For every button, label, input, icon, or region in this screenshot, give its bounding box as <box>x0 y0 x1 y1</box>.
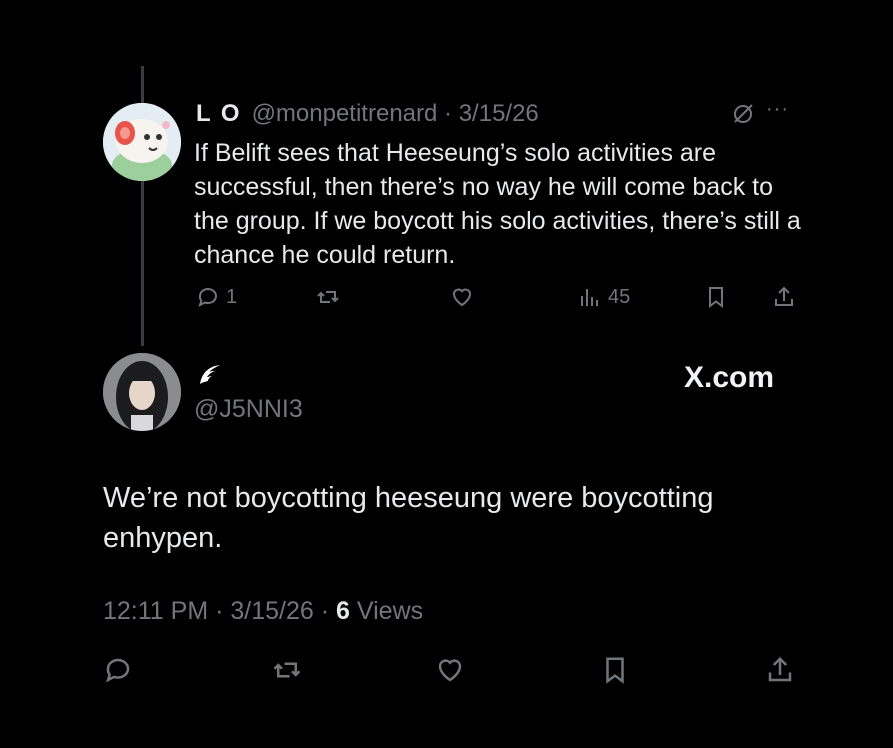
avatar[interactable] <box>103 103 181 181</box>
reply-icon <box>198 288 217 307</box>
bookmark-button[interactable] <box>600 655 630 685</box>
share-icon <box>768 656 792 682</box>
retweet-button[interactable] <box>272 655 302 685</box>
avatar-image <box>103 103 181 181</box>
handle[interactable]: @J5NNI3 <box>194 395 303 424</box>
separator: · <box>444 100 453 127</box>
share-button[interactable] <box>765 655 795 685</box>
views-count: 6 <box>336 597 350 625</box>
bookmark-button[interactable] <box>704 285 728 309</box>
tweet-time[interactable]: 12:11 PM <box>103 597 208 625</box>
like-button[interactable] <box>450 285 474 309</box>
share-button[interactable] <box>772 285 796 309</box>
display-name[interactable]: L O <box>196 100 242 127</box>
wing-emoji-icon <box>196 362 224 390</box>
heart-icon <box>438 659 462 682</box>
retweet-icon <box>273 662 301 678</box>
views-button[interactable]: 45 <box>578 285 630 309</box>
separator: · <box>320 597 330 625</box>
avatar-image <box>103 353 181 431</box>
views-count: 45 <box>608 285 631 308</box>
grok-icon[interactable] <box>732 103 754 125</box>
retweet-icon <box>317 291 339 303</box>
retweet-button[interactable] <box>316 285 340 309</box>
reply-count: 1 <box>226 285 238 308</box>
tweet-header: L O @monpetitrenard · 3/15/26 <box>196 100 539 128</box>
bookmark-icon <box>606 657 624 684</box>
more-icon[interactable]: ··· <box>766 99 792 126</box>
reply-button[interactable] <box>103 655 133 685</box>
reply-button[interactable]: 1 <box>196 285 237 309</box>
watermark: X.com <box>684 361 775 394</box>
share-icon <box>775 286 793 306</box>
tweet-date[interactable]: 3/15/26 <box>230 597 313 625</box>
tweet-text: If Belift sees that Heeseung’s solo acti… <box>194 139 801 269</box>
views-icon <box>581 289 598 306</box>
reply-icon <box>105 658 130 683</box>
heart-icon <box>452 288 472 307</box>
like-button[interactable] <box>435 655 465 685</box>
separator: · <box>215 597 224 625</box>
avatar[interactable] <box>103 353 181 431</box>
tweet-meta: 12:11 PM · 3/15/26 · 6 Views <box>103 597 423 626</box>
bookmark-icon <box>709 287 723 308</box>
handle[interactable]: @monpetitrenard <box>252 100 438 127</box>
tweet-date[interactable]: 3/15/26 <box>459 100 539 127</box>
tweet-text: We’re not boycotting heeseung were boyco… <box>103 482 714 554</box>
views-label: Views <box>356 597 424 625</box>
